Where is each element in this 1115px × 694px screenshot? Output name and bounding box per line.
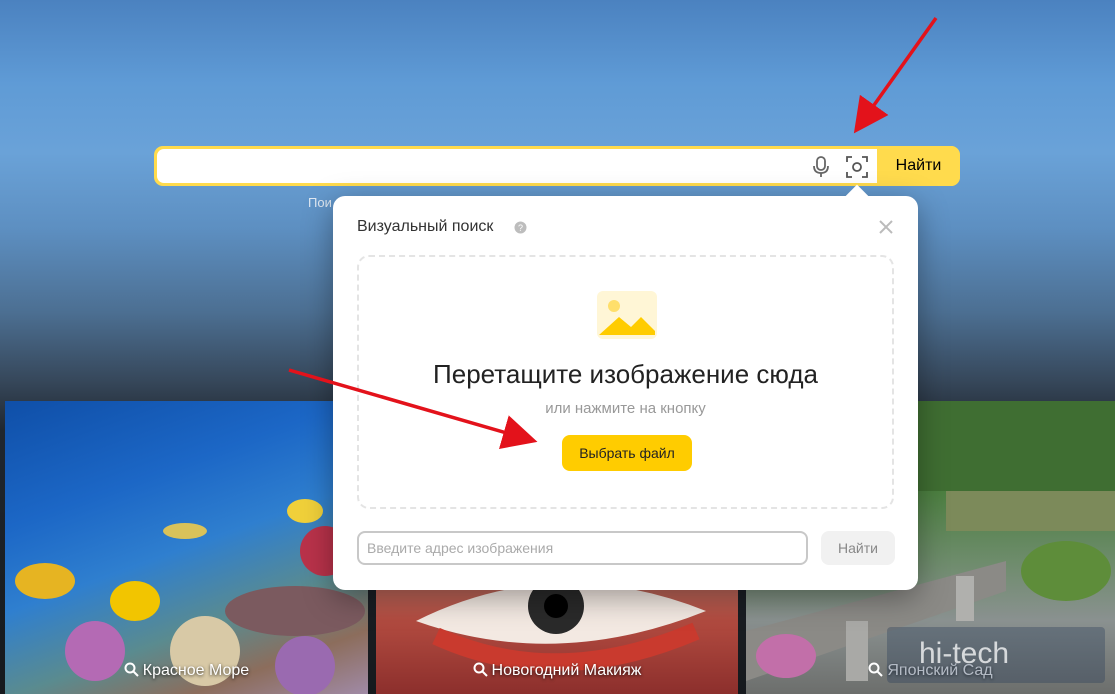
popup-caret bbox=[845, 184, 869, 208]
coral-reef-image bbox=[15, 499, 365, 694]
search-input[interactable] bbox=[167, 153, 801, 181]
image-placeholder-icon bbox=[597, 291, 657, 339]
visual-search-camera-icon[interactable] bbox=[844, 154, 870, 180]
search-hint-text: Пои bbox=[308, 195, 332, 210]
svg-text:?: ? bbox=[518, 223, 523, 233]
arrow-to-camera bbox=[853, 16, 938, 134]
microphone-icon[interactable] bbox=[808, 154, 834, 180]
tile-label: Красное Море bbox=[142, 662, 250, 679]
hi-tech-watermark: hi-tech bbox=[887, 627, 1105, 683]
image-url-input[interactable] bbox=[357, 531, 808, 565]
search-icon bbox=[473, 662, 488, 677]
search-icon bbox=[868, 662, 884, 677]
choose-file-button[interactable]: Выбрать файл bbox=[562, 435, 692, 471]
tile-red-sea[interactable]: Красное Море bbox=[5, 401, 368, 694]
dropzone-subtitle: или нажмите на кнопку bbox=[545, 400, 706, 417]
dropzone-title: Перетащите изображение сюда bbox=[433, 359, 818, 389]
tile-caption: Красное Море bbox=[5, 662, 368, 680]
question-icon[interactable]: ? bbox=[514, 221, 527, 234]
tile-caption: Новогодний Макияж bbox=[376, 662, 738, 680]
popup-title: Визуальный поиск bbox=[357, 218, 494, 235]
watermark-text: hi-tech bbox=[919, 637, 1010, 670]
search-icon bbox=[124, 662, 139, 677]
search-input-wrap bbox=[157, 149, 877, 183]
url-search-button[interactable]: Найти bbox=[821, 531, 895, 565]
tile-label: Новогодний Макияж bbox=[491, 662, 642, 679]
visual-search-popup: Визуальный поиск ? Перетащите изображени… bbox=[333, 184, 918, 590]
close-icon[interactable] bbox=[877, 218, 895, 236]
search-button[interactable]: Найти bbox=[877, 146, 960, 186]
search-bar: Найти bbox=[154, 146, 960, 186]
image-dropzone[interactable]: Перетащите изображение сюда или нажмите … bbox=[357, 255, 894, 509]
